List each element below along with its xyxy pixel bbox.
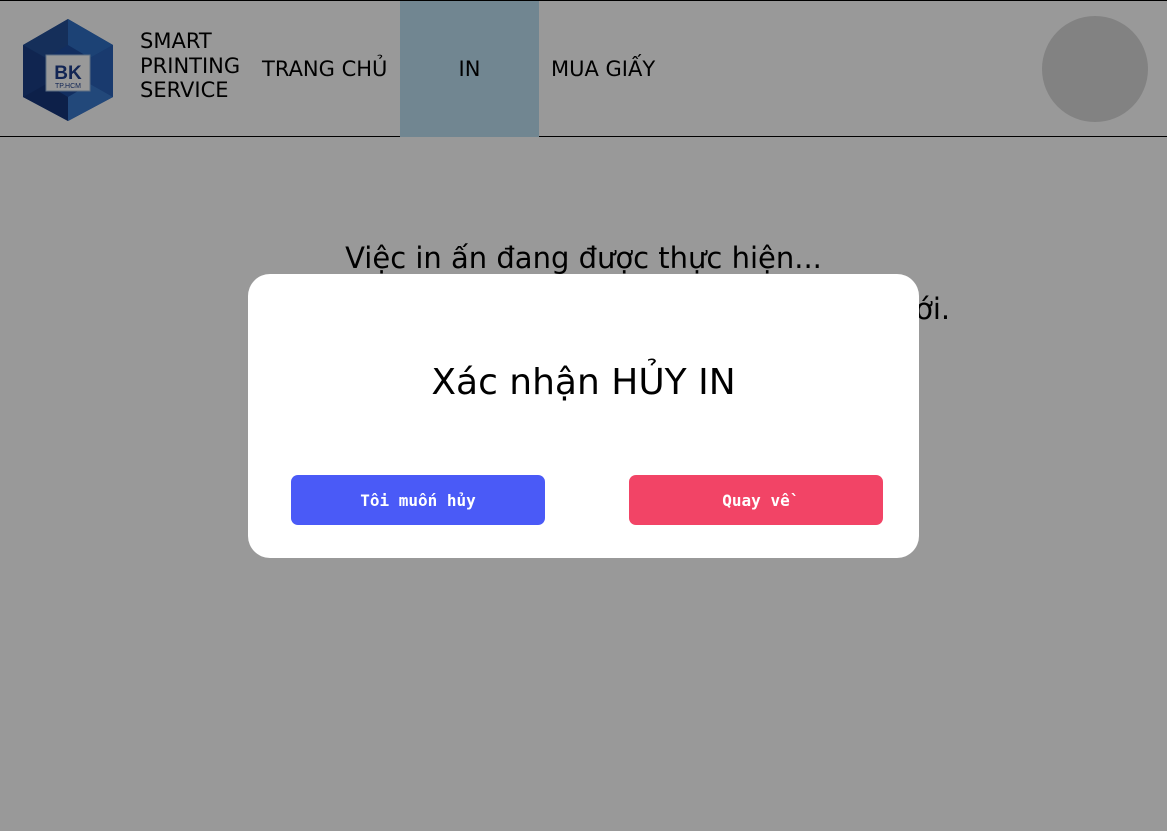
cancel-print-dialog: Xác nhận HỦY IN Tôi muốn hủy Quay về — [248, 274, 919, 558]
back-button-label: Quay về — [722, 490, 790, 510]
back-button[interactable]: Quay về — [629, 475, 883, 525]
confirm-cancel-button[interactable]: Tôi muốn hủy — [291, 475, 545, 525]
dialog-title: Xác nhận HỦY IN — [431, 362, 736, 403]
confirm-cancel-label: Tôi muốn hủy — [360, 490, 476, 510]
